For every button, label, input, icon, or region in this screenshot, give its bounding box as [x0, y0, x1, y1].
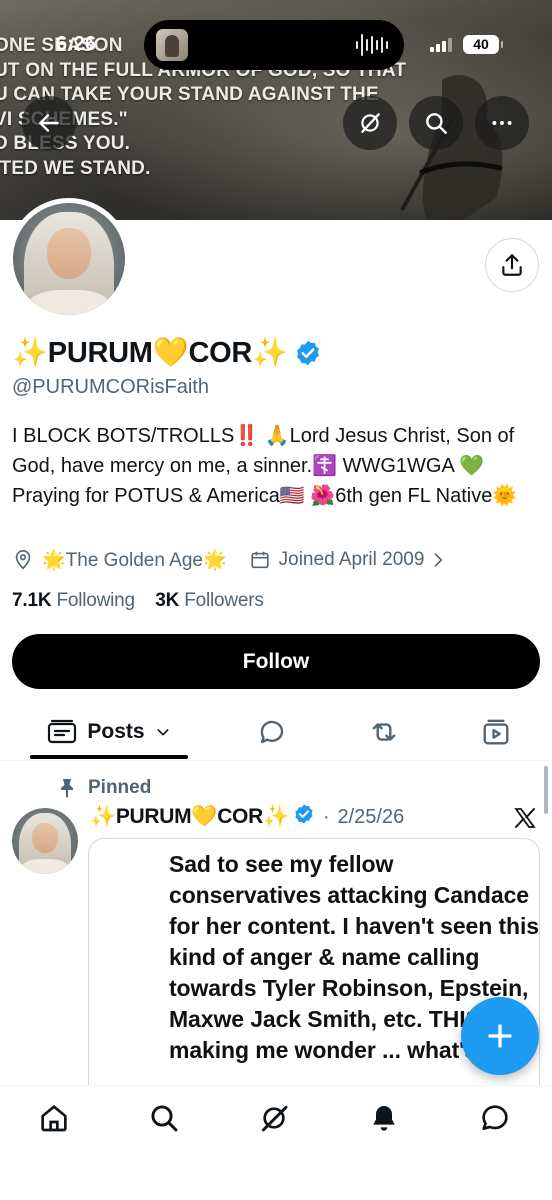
following-label: Following [56, 590, 135, 611]
nav-search[interactable] [148, 1102, 180, 1134]
share-icon [502, 254, 522, 276]
tab-posts[interactable]: Posts [30, 705, 188, 759]
arrow-left-icon [39, 114, 59, 132]
profile-joined-date: Joined April 2009 [278, 549, 425, 570]
nav-grok[interactable] [258, 1102, 290, 1134]
post-header: ✨PURUM💛COR✨ · 2/25/26 [90, 803, 404, 831]
verified-badge-icon[interactable] [294, 339, 322, 367]
back-button[interactable] [22, 96, 76, 150]
dynamic-island[interactable] [144, 20, 404, 70]
profile-location: 🌟The Golden Age🌟 [42, 550, 227, 571]
tab-reposts[interactable] [360, 705, 408, 759]
post-author-name[interactable]: ✨PURUM💛COR✨ [90, 805, 289, 829]
post-separator: · [322, 805, 330, 828]
compose-post-button[interactable] [461, 997, 539, 1075]
following-count: 7.1K [12, 590, 52, 611]
profile-bio: I BLOCK BOTS/TROLLS‼️ 🙏Lord Jesus Christ… [12, 425, 518, 507]
search-button[interactable] [409, 96, 463, 150]
audio-waveform-icon [356, 33, 388, 57]
followers-label: Followers [184, 590, 264, 611]
grok-button[interactable] [343, 96, 397, 150]
status-time: 6:26 [56, 33, 97, 55]
location-icon [15, 550, 31, 570]
x-logo-icon[interactable] [513, 806, 537, 830]
tab-replies[interactable] [248, 705, 296, 759]
calendar-icon [251, 551, 269, 569]
search-icon [426, 113, 447, 134]
display-name-text: ✨PURUM💛COR✨ [12, 337, 288, 369]
home-icon [41, 1105, 67, 1132]
pin-icon [61, 779, 73, 798]
more-icon [492, 121, 512, 125]
tabs-divider [0, 760, 552, 761]
post-author-avatar[interactable] [12, 808, 78, 874]
nav-home[interactable] [38, 1102, 70, 1134]
pinned-label: Pinned [88, 777, 152, 798]
nav-notifications[interactable] [368, 1102, 400, 1134]
share-button[interactable] [485, 238, 539, 292]
banner-line: ITED WE STAND. [0, 157, 151, 179]
reply-icon [260, 720, 284, 744]
more-button[interactable] [475, 96, 529, 150]
media-icon [483, 719, 509, 745]
messages-icon [482, 1105, 508, 1130]
follow-counts: 7.1K Following 3K Followers [12, 590, 264, 612]
profile-avatar[interactable] [8, 198, 130, 320]
follow-button[interactable]: Follow [12, 634, 540, 689]
profile-tabs: Posts [0, 705, 552, 761]
followers-link[interactable]: 3K Followers [155, 590, 264, 611]
following-link[interactable]: 7.1K Following [12, 590, 135, 611]
pinned-indicator: Pinned [58, 777, 151, 799]
nav-messages[interactable] [479, 1102, 511, 1134]
scrollbar[interactable] [544, 766, 548, 814]
grok-icon [261, 1105, 288, 1132]
verified-badge-icon [293, 803, 315, 831]
plus-icon [488, 1024, 512, 1048]
profile-meta: 🌟The Golden Age🌟 Joined April 2009 [12, 548, 456, 572]
profile-handle: @PURUMCORisFaith [12, 376, 209, 398]
repost-icon [372, 723, 396, 741]
notifications-icon [373, 1106, 395, 1131]
cellular-signal-icon [430, 38, 452, 52]
followers-count: 3K [155, 590, 180, 611]
chevron-down-icon [157, 729, 169, 736]
post-date[interactable]: 2/25/26 [337, 806, 404, 829]
grok-icon [361, 113, 380, 133]
battery-indicator: 40 [463, 35, 503, 54]
now-playing-thumbnail [156, 29, 188, 61]
chevron-right-icon[interactable] [428, 550, 448, 570]
tab-media[interactable] [472, 705, 520, 759]
search-icon [151, 1105, 178, 1132]
bottom-navigation [0, 1085, 552, 1200]
display-name: ✨PURUM💛COR✨ [12, 336, 322, 370]
tab-posts-label: Posts [87, 720, 145, 743]
posts-icon [48, 719, 77, 744]
